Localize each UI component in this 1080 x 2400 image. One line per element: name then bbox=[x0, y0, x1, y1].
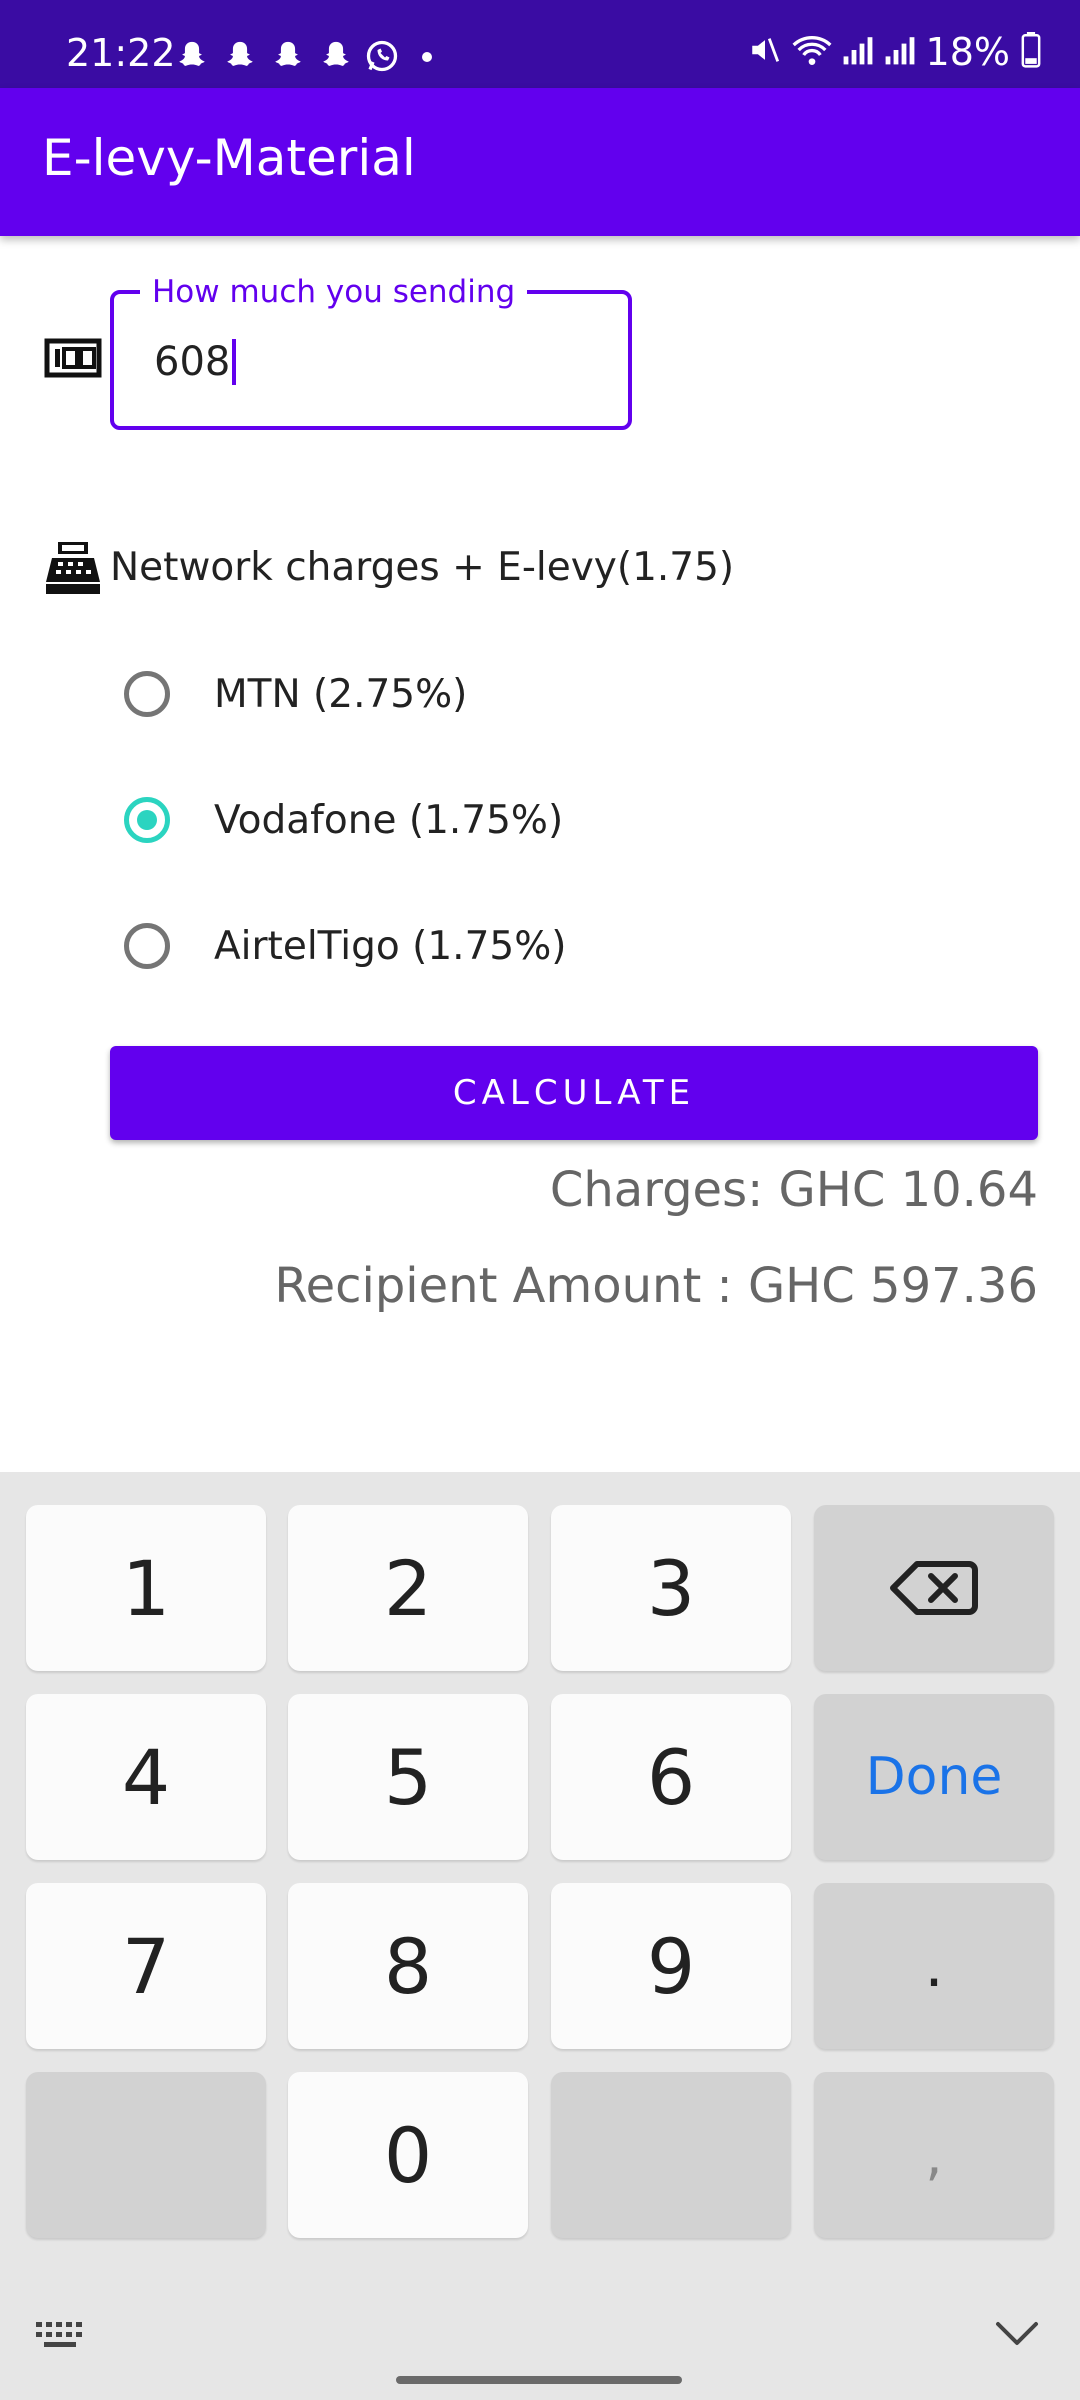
text-cursor bbox=[232, 339, 237, 385]
money-icon bbox=[44, 338, 102, 378]
radio-option-vodafone[interactable]: Vodafone (1.75%) bbox=[110, 770, 1010, 870]
radio-option-airteltigo[interactable]: AirtelTigo (1.75%) bbox=[110, 896, 1010, 996]
status-bar: 21:22 18% bbox=[0, 0, 1080, 88]
key-4[interactable]: 4 bbox=[26, 1694, 266, 1860]
recipient-amount-result: Recipient Amount : GHC 597.36 bbox=[274, 1258, 1038, 1314]
snapchat-icon bbox=[316, 36, 356, 76]
key-0[interactable]: 0 bbox=[288, 2072, 528, 2238]
key-9[interactable]: 9 bbox=[551, 1883, 791, 2049]
key-6[interactable]: 6 bbox=[551, 1694, 791, 1860]
app-bar: E-levy-Material bbox=[0, 88, 1080, 236]
whatsapp-icon bbox=[362, 36, 402, 76]
snapchat-icon bbox=[172, 36, 212, 76]
radio-label: MTN (2.75%) bbox=[214, 671, 468, 717]
radio-button[interactable] bbox=[124, 671, 170, 717]
radio-button-selected[interactable] bbox=[124, 797, 170, 843]
radio-label: AirtelTigo (1.75%) bbox=[214, 923, 567, 969]
battery-icon bbox=[1020, 32, 1042, 72]
empty-key bbox=[26, 2072, 266, 2238]
keyboard-icon[interactable] bbox=[34, 2318, 86, 2352]
chevron-down-icon[interactable] bbox=[994, 2320, 1040, 2348]
signal-icon bbox=[884, 33, 916, 71]
signal-icon bbox=[842, 33, 874, 71]
amount-input-label: How much you sending bbox=[140, 274, 528, 312]
calculate-button[interactable]: CALCULATE bbox=[110, 1046, 1038, 1140]
wifi-icon bbox=[792, 33, 832, 71]
radio-button[interactable] bbox=[124, 923, 170, 969]
snapchat-icon bbox=[220, 36, 260, 76]
status-time: 21:22 bbox=[66, 31, 176, 75]
dot-key[interactable]: . bbox=[814, 1883, 1054, 2049]
amount-input-value: 608 bbox=[154, 339, 231, 385]
backspace-key[interactable] bbox=[814, 1505, 1054, 1671]
radio-label: Vodafone (1.75%) bbox=[214, 797, 564, 843]
key-5[interactable]: 5 bbox=[288, 1694, 528, 1860]
home-indicator[interactable] bbox=[396, 2376, 682, 2384]
key-8[interactable]: 8 bbox=[288, 1883, 528, 2049]
empty-key bbox=[551, 2072, 791, 2238]
snapchat-icon bbox=[268, 36, 308, 76]
network-charges-label: Network charges + E-levy(1.75) bbox=[110, 545, 735, 590]
mute-icon bbox=[748, 33, 782, 71]
radio-option-mtn[interactable]: MTN (2.75%) bbox=[110, 644, 1010, 744]
status-right: 18% bbox=[748, 30, 1042, 74]
battery-percentage: 18% bbox=[925, 30, 1010, 74]
dot-icon bbox=[422, 52, 432, 62]
key-1[interactable]: 1 bbox=[26, 1505, 266, 1671]
app-title: E-levy-Material bbox=[42, 129, 416, 187]
key-3[interactable]: 3 bbox=[551, 1505, 791, 1671]
comma-key[interactable]: , bbox=[814, 2072, 1054, 2238]
key-7[interactable]: 7 bbox=[26, 1883, 266, 2049]
backspace-icon bbox=[890, 1561, 978, 1615]
charges-result: Charges: GHC 10.64 bbox=[549, 1162, 1038, 1218]
done-key[interactable]: Done bbox=[814, 1694, 1054, 1860]
key-2[interactable]: 2 bbox=[288, 1505, 528, 1671]
cash-register-icon bbox=[44, 540, 102, 596]
